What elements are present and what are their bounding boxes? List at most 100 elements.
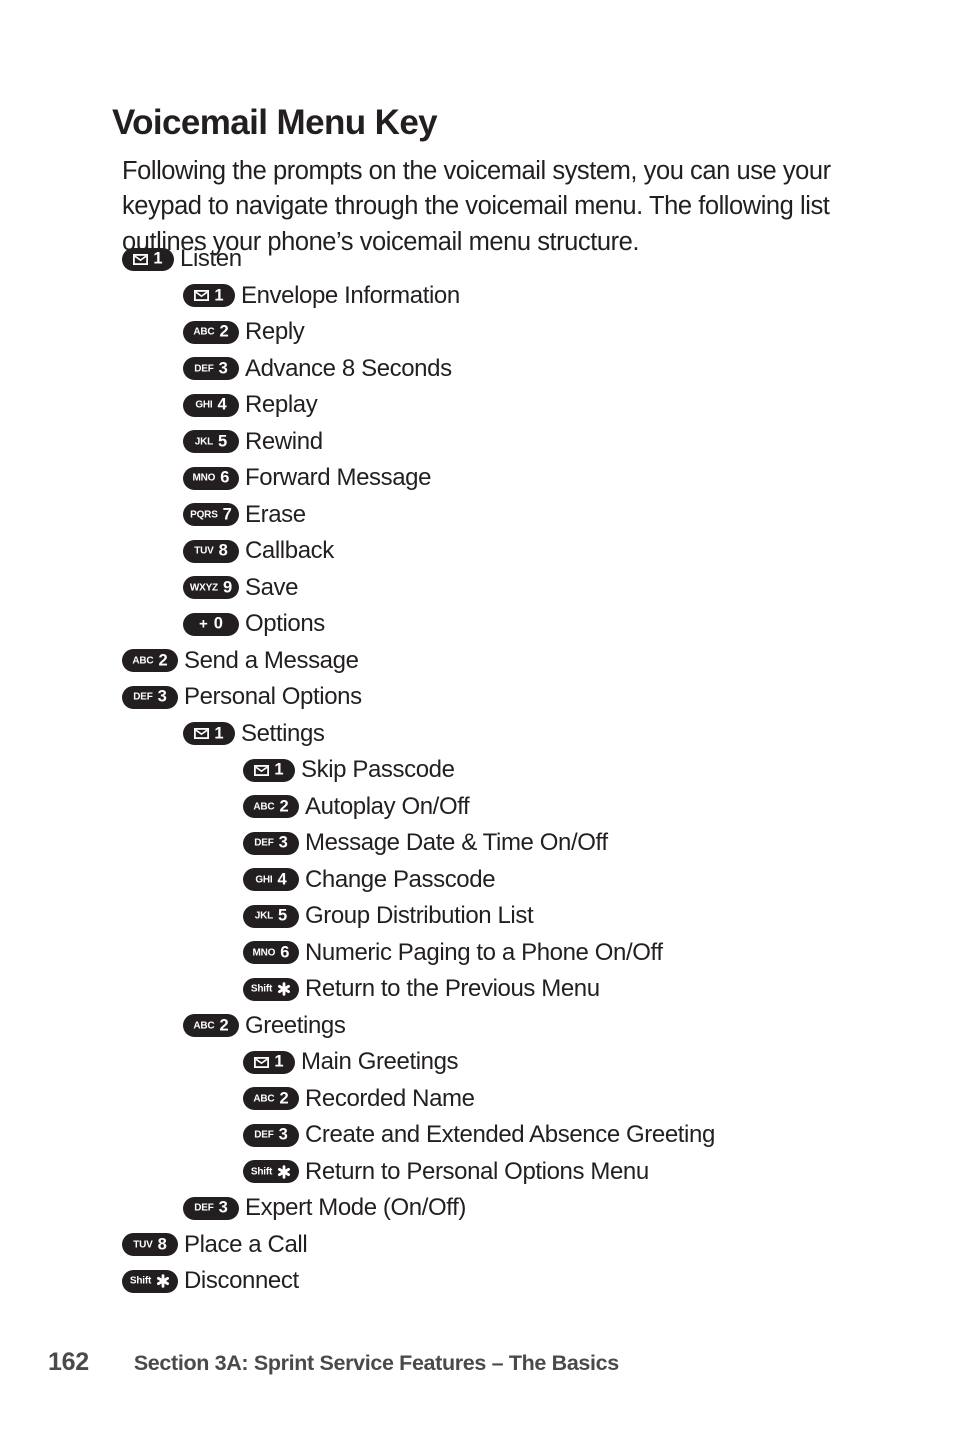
key-badge-number: 8: [157, 1235, 167, 1253]
key-badge: ABC 2: [183, 320, 239, 344]
key-badge-letters: JKL: [194, 436, 214, 448]
key-badge-number: 6: [280, 943, 290, 961]
key-badge: 1: [243, 758, 295, 782]
menu-item-label: Return to Personal Options Menu: [305, 1157, 649, 1185]
menu-item: TUV 8 Callback: [0, 533, 954, 570]
menu-item-label: Recorded Name: [305, 1084, 475, 1112]
key-badge: GHI 4: [183, 393, 239, 417]
key-badge-number: 2: [279, 1089, 289, 1107]
menu-item-label: Change Passcode: [305, 865, 496, 893]
envelope-icon: [194, 290, 210, 302]
menu-item-label: Envelope Information: [241, 281, 460, 309]
menu-item: PQRS 7 Erase: [0, 497, 954, 534]
asterisk-icon: [277, 982, 291, 996]
key-badge: DEF 3: [183, 357, 239, 381]
key-badge-number: 2: [279, 797, 289, 815]
key-badge-number: 3: [278, 833, 288, 852]
menu-item-label: Listen: [180, 245, 242, 273]
menu-item: Shift Return to the Previous Menu: [0, 971, 954, 1008]
menu-item: WXYZ 9 Save: [0, 570, 954, 607]
key-badge-letters: ABC: [253, 1093, 275, 1105]
menu-item: Shift Return to Personal Options Menu: [0, 1154, 954, 1191]
menu-item-label: Settings: [241, 719, 325, 747]
footer-page-number: 162: [48, 1348, 89, 1376]
key-badge: Shift: [243, 977, 299, 1001]
page-footer: 162 Section 3A: Sprint Service Features …: [0, 1348, 954, 1377]
asterisk-icon: [156, 1274, 170, 1288]
envelope-icon: [254, 764, 270, 776]
key-badge: JKL 5: [183, 430, 239, 454]
plus-icon: +: [199, 615, 208, 633]
menu-item: +0 Options: [0, 606, 954, 643]
footer-section-title: Section 3A: Sprint Service Features – Th…: [133, 1351, 619, 1375]
key-badge-letters: ABC: [132, 655, 154, 667]
key-badge-number: 3: [157, 687, 167, 706]
menu-item: 1 Main Greetings: [0, 1044, 954, 1081]
key-badge: 1: [183, 284, 235, 308]
key-badge-letters: Shift: [250, 1166, 273, 1178]
menu-item-label: Autoplay On/Off: [305, 792, 470, 820]
key-badge: Shift: [122, 1269, 178, 1293]
key-badge: +0: [183, 612, 239, 636]
menu-item-label: Send a Message: [184, 646, 359, 674]
menu-item-label: Disconnect: [184, 1267, 299, 1295]
menu-item: DEF 3 Expert Mode (On/Off): [0, 1190, 954, 1227]
key-badge-number: 1: [274, 1052, 284, 1071]
menu-item: 1 Skip Passcode: [0, 752, 954, 789]
menu-item-label: Rewind: [245, 427, 323, 455]
menu-item-label: Main Greetings: [301, 1048, 459, 1076]
key-badge-letters: WXYZ: [189, 582, 218, 594]
key-badge-number: 2: [219, 322, 229, 341]
key-badge-number: 2: [158, 651, 168, 669]
menu-item-label: Reply: [245, 318, 305, 346]
menu-item-label: Advance 8 Seconds: [245, 354, 452, 382]
key-badge: 1: [122, 247, 174, 271]
key-badge: GHI 4: [243, 868, 299, 892]
key-badge-letters: Shift: [250, 983, 273, 995]
key-badge: DEF 3: [122, 685, 178, 709]
key-badge-number: 3: [278, 1125, 288, 1144]
menu-item: JKL 5 Rewind: [0, 424, 954, 461]
key-badge-number: 4: [277, 870, 287, 888]
key-badge-letters: MNO: [192, 472, 216, 484]
envelope-icon: [133, 253, 149, 265]
menu-item: ABC 2 Send a Message: [0, 643, 954, 680]
key-badge: DEF 3: [243, 831, 299, 855]
menu-item: DEF 3 Create and Extended Absence Greeting: [0, 1117, 954, 1154]
key-badge: TUV 8: [183, 539, 239, 563]
key-badge-number: 6: [220, 468, 230, 487]
key-badge: Shift: [243, 1160, 299, 1184]
menu-item: TUV 8 Place a Call: [0, 1227, 954, 1264]
menu-item: 1 Settings: [0, 716, 954, 753]
key-badge-number: 1: [153, 249, 163, 268]
menu-item-label: Forward Message: [245, 464, 432, 492]
manual-page: Voicemail Menu Key Following the prompts…: [0, 0, 954, 1431]
menu-item-label: Replay: [245, 391, 318, 419]
key-badge-letters: JKL: [254, 910, 274, 922]
key-badge: MNO 6: [183, 466, 239, 490]
key-badge-number: 4: [217, 395, 227, 414]
key-badge-number: 1: [214, 724, 224, 742]
menu-item-label: Erase: [245, 500, 306, 528]
key-badge-letters: GHI: [195, 399, 213, 411]
menu-item: ABC 2 Reply: [0, 314, 954, 351]
key-badge-letters: DEF: [254, 1129, 274, 1141]
key-badge-number: 8: [218, 541, 228, 560]
key-badge-number: 5: [218, 432, 228, 450]
menu-item-label: Personal Options: [184, 683, 362, 711]
menu-item: JKL 5 Group Distribution List: [0, 898, 954, 935]
envelope-icon: [194, 728, 210, 740]
key-badge-letters: ABC: [253, 801, 275, 813]
menu-item: 1 Envelope Information: [0, 278, 954, 315]
menu-item: ABC 2 Greetings: [0, 1008, 954, 1045]
menu-item: ABC 2 Autoplay On/Off: [0, 789, 954, 826]
key-badge: ABC 2: [243, 1087, 299, 1111]
key-badge: PQRS 7: [183, 503, 239, 527]
key-badge: JKL 5: [243, 904, 299, 928]
key-badge-letters: MNO: [252, 947, 276, 959]
key-badge: 1: [243, 1050, 295, 1074]
key-badge-letters: GHI: [255, 874, 273, 886]
menu-item-label: Callback: [245, 537, 334, 565]
menu-item: ABC 2 Recorded Name: [0, 1081, 954, 1118]
menu-item-label: Group Distribution List: [305, 902, 534, 930]
